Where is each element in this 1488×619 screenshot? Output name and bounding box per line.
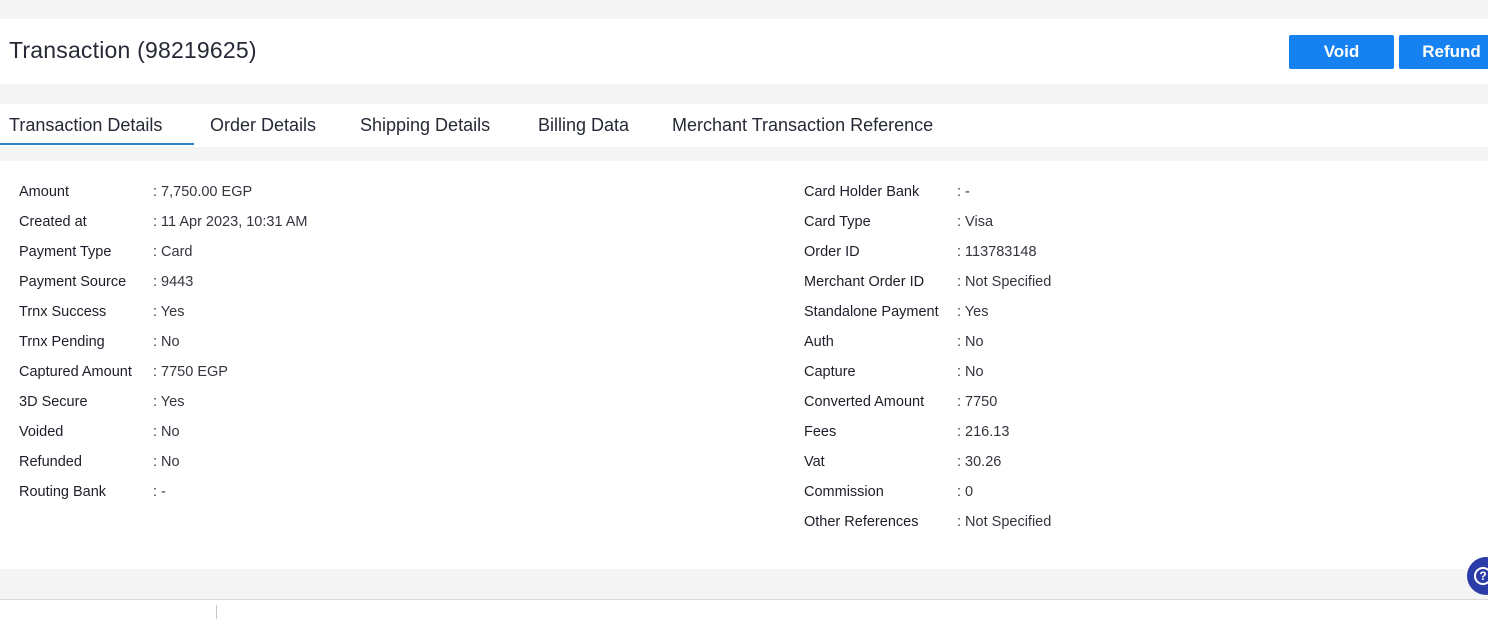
- void-button[interactable]: Void: [1289, 35, 1394, 69]
- tab-billing-data[interactable]: Billing Data: [538, 104, 629, 147]
- footer-bar: [0, 599, 1488, 619]
- detail-value: : Yes: [153, 304, 185, 320]
- detail-label: Refunded: [19, 454, 82, 470]
- detail-value: : No: [153, 334, 180, 350]
- detail-value: : 11 Apr 2023, 10:31 AM: [153, 214, 308, 230]
- detail-value: : No: [957, 364, 984, 380]
- detail-value: : 0: [957, 484, 974, 500]
- detail-value: : Yes: [957, 304, 989, 320]
- detail-value: : Not Specified: [957, 274, 1052, 290]
- detail-label: Vat: [804, 454, 825, 470]
- detail-value: : 113783148: [957, 244, 1037, 260]
- detail-value: : -: [957, 184, 970, 200]
- detail-label: Created at: [19, 214, 87, 230]
- detail-label: Merchant Order ID: [804, 274, 925, 290]
- detail-label: Trnx Pending: [19, 334, 105, 350]
- detail-value: : 9443: [153, 274, 194, 290]
- detail-value: : 7750 EGP: [153, 364, 228, 380]
- detail-label: Commission: [804, 484, 884, 500]
- detail-label: Other References: [804, 514, 919, 530]
- detail-label: Card Type: [804, 214, 871, 230]
- detail-value: : 30.26: [957, 454, 1002, 470]
- detail-label: Voided: [19, 424, 64, 440]
- detail-value: : Not Specified: [957, 514, 1052, 530]
- detail-label: Trnx Success: [19, 304, 107, 320]
- detail-label: Captured Amount: [19, 364, 132, 380]
- tab-order-details[interactable]: Order Details: [210, 104, 316, 147]
- detail-label: 3D Secure: [19, 394, 88, 410]
- detail-label: Converted Amount: [804, 394, 925, 410]
- detail-label: Payment Type: [19, 244, 112, 260]
- page-title: Transaction (98219625): [9, 37, 257, 63]
- detail-value: : Yes: [153, 394, 185, 410]
- footer-divider: [216, 605, 217, 619]
- detail-label: Fees: [804, 424, 837, 440]
- detail-label: Standalone Payment: [804, 304, 939, 320]
- refund-button[interactable]: Refund: [1399, 35, 1488, 69]
- detail-value: : Visa: [957, 214, 994, 230]
- detail-label: Auth: [804, 334, 834, 350]
- tab-bar: Transaction Details Order Details Shippi…: [0, 104, 1488, 147]
- tab-merchant-transaction-reference[interactable]: Merchant Transaction Reference: [672, 104, 933, 147]
- detail-value: : No: [153, 424, 180, 440]
- tab-transaction-details[interactable]: Transaction Details: [0, 104, 194, 145]
- detail-value: : 7,750.00 EGP: [153, 184, 253, 200]
- detail-value: : No: [153, 454, 180, 470]
- transaction-details-panel: Amount : 7,750.00 EGP Created at : 11 Ap…: [0, 161, 1488, 569]
- detail-label: Routing Bank: [19, 484, 107, 500]
- detail-value: : -: [153, 484, 166, 500]
- detail-value: : 7750: [957, 394, 998, 410]
- detail-label: Amount: [19, 184, 69, 200]
- detail-value: : Card: [153, 244, 193, 260]
- question-mark-icon: ?: [1474, 567, 1488, 585]
- detail-value: : 216.13: [957, 424, 1010, 440]
- detail-label: Order ID: [804, 244, 860, 260]
- detail-value: : No: [957, 334, 984, 350]
- tab-shipping-details[interactable]: Shipping Details: [360, 104, 490, 147]
- detail-label: Capture: [804, 364, 856, 380]
- detail-label: Payment Source: [19, 274, 127, 290]
- detail-label: Card Holder Bank: [804, 184, 920, 200]
